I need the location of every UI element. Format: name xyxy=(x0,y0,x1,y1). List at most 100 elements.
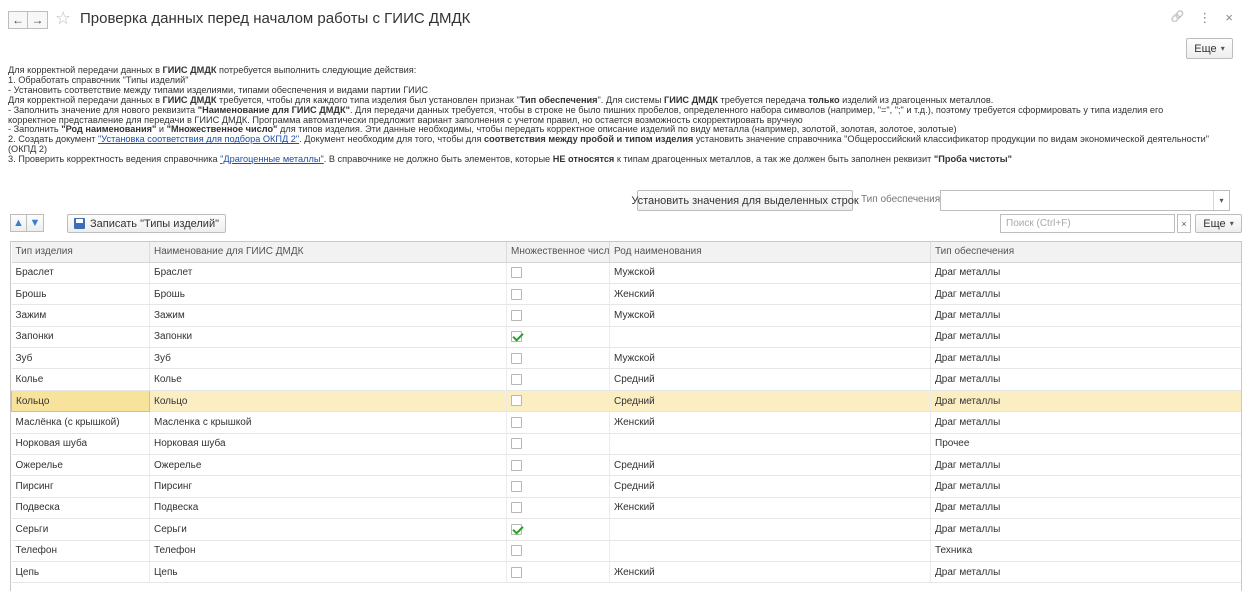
cell-plural[interactable] xyxy=(506,411,610,434)
cell-plural[interactable] xyxy=(506,304,610,327)
cell-type[interactable]: Брошь xyxy=(11,283,150,306)
cell-plural[interactable] xyxy=(506,497,610,520)
cell-type[interactable]: Зажим xyxy=(11,304,150,327)
checkbox[interactable] xyxy=(511,502,522,514)
okpd-document-link[interactable]: "Установка соответствия для подбора ОКПД… xyxy=(98,135,299,144)
cell-gender[interactable]: Средний xyxy=(609,454,931,477)
cell-name[interactable]: Зуб xyxy=(149,347,507,370)
cell-name[interactable]: Цепь xyxy=(149,561,507,584)
cell-type[interactable]: Кольцо xyxy=(11,389,150,413)
cell-type[interactable]: Ожерелье xyxy=(11,454,150,477)
cell-supply[interactable]: Техника xyxy=(930,540,1241,562)
cell-gender[interactable]: Женский xyxy=(609,283,931,306)
table-row[interactable]: Зажим Зажим Мужской Драг металлы xyxy=(11,304,1241,327)
cell-supply[interactable]: Драг металлы xyxy=(930,390,1241,413)
checkbox[interactable] xyxy=(511,566,522,578)
cell-plural[interactable] xyxy=(506,390,610,413)
cell-gender[interactable]: Женский xyxy=(609,561,931,584)
cell-supply[interactable]: Драг металлы xyxy=(930,475,1241,498)
close-icon[interactable]: × xyxy=(1225,10,1233,26)
forward-button[interactable]: → xyxy=(28,11,48,29)
cell-name[interactable]: Зажим xyxy=(149,304,507,327)
save-item-types-button[interactable]: Записать "Типы изделий" xyxy=(67,214,226,233)
precious-metals-link[interactable]: "Драгоценные металлы" xyxy=(220,155,324,164)
cell-plural[interactable] xyxy=(506,262,610,284)
table-row[interactable]: Телефон Телефон Техника xyxy=(11,540,1241,562)
table-row[interactable]: Браслет Браслет Мужской Драг металлы xyxy=(11,262,1241,284)
cell-gender[interactable] xyxy=(609,518,931,541)
checkbox[interactable] xyxy=(511,481,522,493)
cell-type[interactable]: Колье xyxy=(11,368,150,391)
cell-gender[interactable] xyxy=(609,433,931,456)
cell-gender[interactable]: Средний xyxy=(609,390,931,413)
cell-type[interactable]: Подвеска xyxy=(11,497,150,520)
table-row[interactable]: Цепь Цепь Женский Драг металлы xyxy=(11,561,1241,584)
set-values-button[interactable]: Установить значения для выделенных строк xyxy=(631,190,859,211)
cell-supply[interactable]: Драг металлы xyxy=(930,347,1241,370)
cell-supply[interactable]: Драг металлы xyxy=(930,368,1241,391)
favorite-star-icon[interactable]: ☆ xyxy=(55,8,71,28)
table-row[interactable]: Норковая шуба Норковая шуба Прочее xyxy=(11,433,1241,456)
cell-gender[interactable]: Средний xyxy=(609,368,931,391)
cell-name[interactable]: Масленка с крышкой xyxy=(149,411,507,434)
cell-plural[interactable] xyxy=(506,368,610,391)
cell-name[interactable]: Колье xyxy=(149,368,507,391)
table-row[interactable]: Пирсинг Пирсинг Средний Драг металлы xyxy=(11,475,1241,498)
cell-name[interactable]: Норковая шуба xyxy=(149,433,507,456)
column-header-plural[interactable]: Множественное число xyxy=(506,242,610,263)
cell-supply[interactable]: Драг металлы xyxy=(930,326,1241,349)
cell-type[interactable]: Серьги xyxy=(11,518,150,541)
cell-supply[interactable]: Драг металлы xyxy=(930,411,1241,434)
cell-type[interactable]: Пирсинг xyxy=(11,475,150,498)
checkbox[interactable] xyxy=(511,438,522,450)
cell-gender[interactable]: Средний xyxy=(609,475,931,498)
cell-plural[interactable] xyxy=(506,433,610,456)
cell-name[interactable]: Подвеска xyxy=(149,497,507,520)
cell-gender[interactable]: Женский xyxy=(609,497,931,520)
checkbox[interactable] xyxy=(511,545,522,557)
table-row[interactable]: Колье Колье Средний Драг металлы xyxy=(11,368,1241,391)
cell-gender[interactable]: Мужской xyxy=(609,347,931,370)
table-row[interactable]: Ожерелье Ожерелье Средний Драг металлы xyxy=(11,454,1241,477)
move-down-button[interactable]: ▼ xyxy=(27,214,44,232)
cell-type[interactable]: Маслёнка (с крышкой) xyxy=(11,411,150,434)
more-button-top[interactable]: Еще ▾ xyxy=(1186,38,1233,59)
cell-gender[interactable]: Женский xyxy=(609,411,931,434)
checkbox[interactable] xyxy=(511,288,522,300)
cell-name[interactable]: Кольцо xyxy=(149,390,507,413)
menu-icon[interactable]: ⋮ xyxy=(1198,10,1211,26)
search-input[interactable] xyxy=(1006,218,1169,229)
cell-plural[interactable] xyxy=(506,540,610,562)
cell-supply[interactable]: Драг металлы xyxy=(930,454,1241,477)
table-row[interactable]: Запонки Запонки Драг металлы xyxy=(11,326,1241,349)
cell-gender[interactable]: Мужской xyxy=(609,262,931,284)
cell-supply[interactable]: Прочее xyxy=(930,433,1241,456)
table-row[interactable]: Брошь Брошь Женский Драг металлы xyxy=(11,283,1241,306)
cell-supply[interactable]: Драг металлы xyxy=(930,561,1241,584)
cell-type[interactable]: Браслет xyxy=(11,262,150,284)
cell-plural[interactable] xyxy=(506,475,610,498)
checkbox[interactable] xyxy=(511,374,522,386)
link-icon[interactable]: 🔗 xyxy=(1171,10,1185,26)
cell-name[interactable]: Серьги xyxy=(149,518,507,541)
cell-type[interactable]: Запонки xyxy=(11,326,150,349)
cell-plural[interactable] xyxy=(506,518,610,541)
cell-gender[interactable]: Мужской xyxy=(609,304,931,327)
cell-gender[interactable] xyxy=(609,326,931,349)
column-header-name[interactable]: Наименование для ГИИС ДМДК xyxy=(149,242,507,263)
table-row[interactable]: Кольцо Кольцо Средний Драг металлы xyxy=(11,389,1241,413)
cell-supply[interactable]: Драг металлы xyxy=(930,304,1241,327)
cell-gender[interactable] xyxy=(609,540,931,562)
checkbox[interactable] xyxy=(511,395,522,407)
cell-supply[interactable]: Драг металлы xyxy=(930,283,1241,306)
checkbox[interactable] xyxy=(511,309,522,321)
cell-type[interactable]: Норковая шуба xyxy=(11,433,150,456)
back-button[interactable]: ← xyxy=(8,11,28,29)
clear-search-button[interactable]: × xyxy=(1177,214,1191,233)
checkbox-checked[interactable] xyxy=(511,523,522,535)
cell-supply[interactable]: Драг металлы xyxy=(930,518,1241,541)
cell-plural[interactable] xyxy=(506,347,610,370)
cell-plural[interactable] xyxy=(506,454,610,477)
cell-name[interactable]: Браслет xyxy=(149,262,507,284)
cell-name[interactable]: Ожерелье xyxy=(149,454,507,477)
